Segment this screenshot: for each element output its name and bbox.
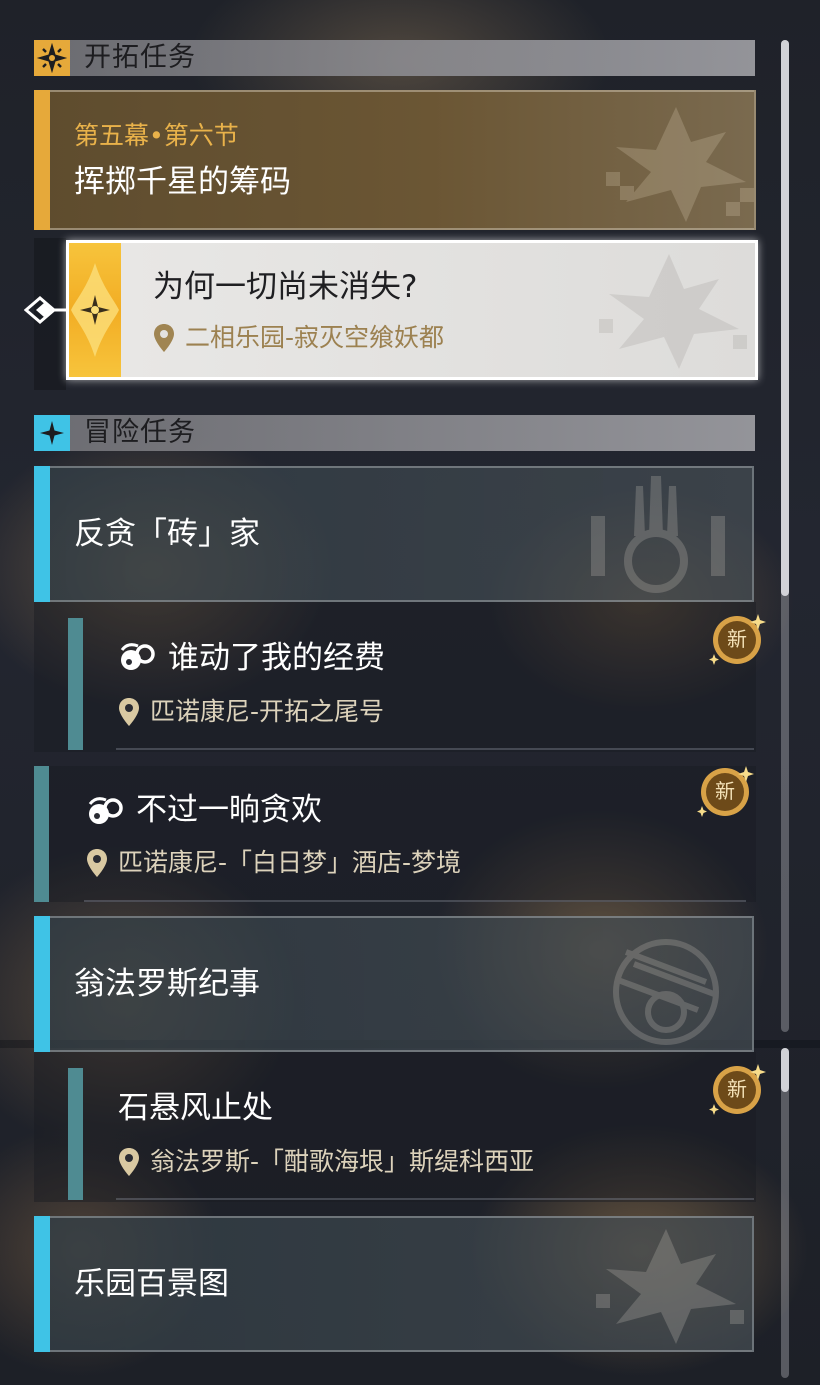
divider: [116, 1198, 754, 1200]
scrollbar-thumb[interactable]: [781, 40, 789, 596]
quest-location: 二相乐园-寂灭空飨妖都: [185, 323, 445, 352]
emblem-icon: [591, 476, 725, 593]
section-title: 开拓任务: [84, 42, 196, 73]
location-pin-icon: [86, 848, 108, 878]
teal-stripe: [34, 766, 49, 902]
new-badge: 新: [696, 762, 754, 820]
quest-title: 谁动了我的经费: [168, 640, 385, 676]
section-title: 冒险任务: [84, 417, 196, 448]
emblem-icon: [596, 1229, 744, 1344]
location-pin-icon: [118, 1147, 140, 1177]
group-title: 乐园百景图: [74, 1266, 229, 1302]
mission-group-card[interactable]: 乐园百景图: [34, 1216, 754, 1352]
quest-item[interactable]: 石悬风止处 翁法罗斯-「酣歌海垠」斯缇科西亚: [34, 1052, 756, 1202]
quest-location: 翁法罗斯-「酣歌海垠」斯缇科西亚: [150, 1147, 535, 1176]
quest-title: 石悬风止处: [118, 1090, 273, 1126]
scrollbar[interactable]: [781, 40, 789, 1032]
new-badge: 新: [708, 610, 766, 668]
emblem-icon: [613, 939, 719, 1045]
mission-group-card[interactable]: 反贪「砖」家: [34, 466, 754, 602]
location-pin-icon: [153, 323, 175, 353]
mission-type-icon: [69, 243, 121, 377]
new-badge-label: 新: [727, 627, 747, 651]
cyan-stripe: [34, 466, 50, 602]
quest-title: 不过一晌贪欢: [136, 792, 322, 828]
location-pin-icon: [118, 697, 140, 727]
section-header-trailblaze: 开拓任务: [34, 40, 755, 76]
new-badge-label: 新: [727, 1077, 747, 1101]
trailblaze-icon: [34, 40, 70, 76]
teal-stripe: [68, 1068, 83, 1200]
quest-item[interactable]: 谁动了我的经费 匹诺康尼-开拓之尾号: [34, 602, 756, 752]
quest-location: 匹诺康尼-「白日梦」酒店-梦境: [118, 848, 462, 877]
emblem-icon: [599, 254, 747, 369]
scrollbar-lower[interactable]: [781, 1048, 789, 1378]
section-header-adventure: 冒险任务: [34, 415, 755, 451]
emblem-icon: [606, 107, 754, 222]
new-badge: 新: [708, 1060, 766, 1118]
quest-location: 匹诺康尼-开拓之尾号: [150, 697, 385, 726]
group-title: 反贪「砖」家: [74, 516, 260, 552]
cyan-stripe: [34, 1216, 50, 1352]
companion-mission-icon: [86, 794, 126, 830]
quest-card-selected[interactable]: 为何一切尚未消失? 二相乐园-寂灭空飨妖都: [66, 240, 758, 380]
gold-stripe: [34, 90, 50, 230]
cyan-stripe: [34, 916, 50, 1052]
teal-stripe: [68, 618, 83, 750]
divider: [116, 748, 754, 750]
divider: [84, 900, 746, 902]
mission-title: 挥掷千星的筹码: [74, 164, 291, 200]
quest-title: 为何一切尚未消失?: [153, 269, 418, 305]
adventure-icon: [34, 415, 70, 451]
chapter-label: 第五幕•第六节: [74, 121, 239, 150]
new-badge-label: 新: [715, 779, 735, 803]
scrollbar-thumb-lower[interactable]: [781, 1048, 789, 1092]
companion-mission-icon: [118, 640, 158, 676]
mission-card-trailblaze[interactable]: 第五幕•第六节 挥掷千星的筹码: [34, 90, 756, 230]
selected-arrow-icon: [23, 294, 68, 326]
mission-group-card[interactable]: 翁法罗斯纪事: [34, 916, 754, 1052]
quest-item[interactable]: 不过一晌贪欢 匹诺康尼-「白日梦」酒店-梦境: [34, 766, 756, 902]
group-title: 翁法罗斯纪事: [74, 966, 260, 1002]
